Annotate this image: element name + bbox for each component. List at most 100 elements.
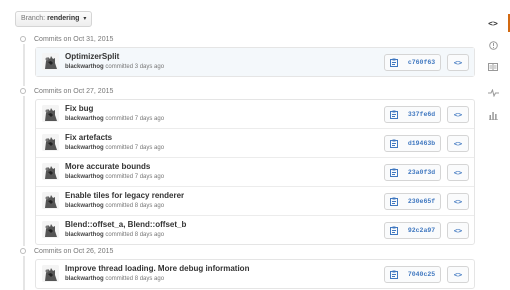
repo-sidebar: <>	[482, 12, 510, 126]
avatar-icon	[42, 192, 59, 209]
commit-time: committed 7 days ago	[105, 174, 165, 180]
code-icon: <>	[453, 270, 463, 279]
graph-icon	[488, 111, 498, 120]
commit-title[interactable]: OptimizerSplit	[65, 52, 119, 61]
commit-author[interactable]: blackwarthog	[65, 174, 104, 180]
copy-sha-button[interactable]	[384, 135, 404, 152]
clipboard-icon	[390, 58, 398, 67]
browse-files-button[interactable]: <>	[447, 135, 469, 152]
commit-author[interactable]: blackwarthog	[65, 203, 104, 209]
branch-selector[interactable]: Branch: rendering ▾	[15, 11, 93, 27]
copy-sha-button[interactable]	[384, 266, 404, 283]
code-icon: <>	[453, 110, 463, 119]
commit-group: OptimizerSplit blackwarthog committed 3 …	[35, 47, 475, 77]
code-icon: <>	[488, 18, 498, 28]
commit-meta: blackwarthog committed 8 days ago	[65, 203, 164, 209]
browse-files-button[interactable]: <>	[447, 106, 469, 123]
browse-files-button[interactable]: <>	[447, 54, 469, 71]
branch-prefix: Branch:	[21, 15, 46, 22]
commit-author[interactable]: blackwarthog	[65, 64, 104, 70]
commit-title[interactable]: Improve thread loading. More debug infor…	[65, 264, 249, 273]
commit-sha-link[interactable]: d19463b	[403, 135, 441, 152]
avatar-icon	[42, 134, 59, 151]
sidebar-item-code[interactable]: <>	[482, 12, 510, 34]
day-header: Commits on Oct 31, 2015	[18, 34, 113, 44]
commit-time: committed 7 days ago	[105, 145, 165, 151]
sidebar-item-issues[interactable]	[482, 34, 504, 56]
copy-sha-button[interactable]	[384, 222, 404, 239]
copy-sha-button[interactable]	[384, 164, 404, 181]
pulse-icon	[487, 89, 499, 97]
clipboard-icon	[390, 226, 398, 235]
commit-meta: blackwarthog committed 7 days ago	[65, 145, 164, 151]
avatar[interactable]	[42, 53, 59, 70]
commit-sha-link[interactable]: 23a0f3d	[403, 164, 441, 181]
commit-sha-link[interactable]: 92c2a97	[403, 222, 441, 239]
day-header: Commits on Oct 27, 2015	[18, 86, 113, 96]
branch-name: rendering	[47, 15, 80, 22]
clipboard-icon	[390, 139, 398, 148]
chevron-down-icon: ▾	[83, 16, 87, 22]
commit-author[interactable]: blackwarthog	[65, 276, 104, 282]
commit-row: Blend::offset_a, Blend::offset_b blackwa…	[36, 215, 474, 244]
copy-sha-button[interactable]	[384, 54, 404, 71]
commit-time: committed 8 days ago	[105, 232, 165, 238]
commit-row: Improve thread loading. More debug infor…	[36, 260, 474, 288]
avatar[interactable]	[42, 134, 59, 151]
commit-node-icon	[18, 34, 28, 44]
sidebar-item-graphs[interactable]	[482, 104, 504, 126]
commit-sha-link[interactable]: 7040c25	[403, 266, 441, 283]
clipboard-icon	[390, 168, 398, 177]
code-icon: <>	[453, 226, 463, 235]
commit-meta: blackwarthog committed 7 days ago	[65, 174, 164, 180]
copy-sha-button[interactable]	[384, 193, 404, 210]
code-icon: <>	[453, 168, 463, 177]
commit-sha-link[interactable]: 230e65f	[403, 193, 441, 210]
clipboard-icon	[390, 110, 398, 119]
commit-row: More accurate bounds blackwarthog commit…	[36, 157, 474, 186]
avatar[interactable]	[42, 192, 59, 209]
avatar[interactable]	[42, 221, 59, 238]
commit-node-icon	[18, 246, 28, 256]
day-header-label: Commits on Oct 27, 2015	[34, 87, 114, 95]
commit-sha-link[interactable]: c760f63	[403, 54, 441, 71]
commit-title[interactable]: Blend::offset_a, Blend::offset_b	[65, 220, 186, 229]
book-icon	[488, 63, 498, 71]
commit-title[interactable]: Fix artefacts	[65, 133, 112, 142]
browse-files-button[interactable]: <>	[447, 164, 469, 181]
commit-meta: blackwarthog committed 8 days ago	[65, 232, 164, 238]
commit-meta: blackwarthog committed 7 days ago	[65, 116, 164, 122]
commit-title[interactable]: More accurate bounds	[65, 162, 150, 171]
clipboard-icon	[390, 270, 398, 279]
commit-title[interactable]: Enable tiles for legacy renderer	[65, 191, 184, 200]
day-header-label: Commits on Oct 31, 2015	[34, 35, 114, 43]
commit-time: committed 7 days ago	[105, 116, 165, 122]
commit-row: Fix artefacts blackwarthog committed 7 d…	[36, 128, 474, 157]
avatar[interactable]	[42, 163, 59, 180]
browse-files-button[interactable]: <>	[447, 193, 469, 210]
copy-sha-button[interactable]	[384, 106, 404, 123]
avatar-icon	[42, 265, 59, 282]
commit-author[interactable]: blackwarthog	[65, 116, 104, 122]
day-header: Commits on Oct 26, 2015	[18, 246, 113, 256]
commit-title[interactable]: Fix bug	[65, 104, 93, 113]
browse-files-button[interactable]: <>	[447, 222, 469, 239]
browse-files-button[interactable]: <>	[447, 266, 469, 283]
sidebar-item-wiki[interactable]	[482, 56, 504, 78]
commit-time: committed 8 days ago	[105, 276, 165, 282]
commit-time: committed 8 days ago	[105, 203, 165, 209]
avatar-icon	[42, 221, 59, 238]
sidebar-item-pulse[interactable]	[482, 82, 504, 104]
commit-group: Improve thread loading. More debug infor…	[35, 259, 475, 289]
avatar-icon	[42, 163, 59, 180]
commit-time: committed 3 days ago	[105, 64, 165, 70]
code-icon: <>	[453, 58, 463, 67]
commit-group: Fix bug blackwarthog committed 7 days ag…	[35, 99, 475, 245]
avatar[interactable]	[42, 105, 59, 122]
avatar[interactable]	[42, 265, 59, 282]
clipboard-icon	[390, 197, 398, 206]
commit-sha-link[interactable]: 337fe6d	[403, 106, 441, 123]
commit-meta: blackwarthog committed 8 days ago	[65, 276, 164, 282]
commit-author[interactable]: blackwarthog	[65, 232, 104, 238]
commit-author[interactable]: blackwarthog	[65, 145, 104, 151]
